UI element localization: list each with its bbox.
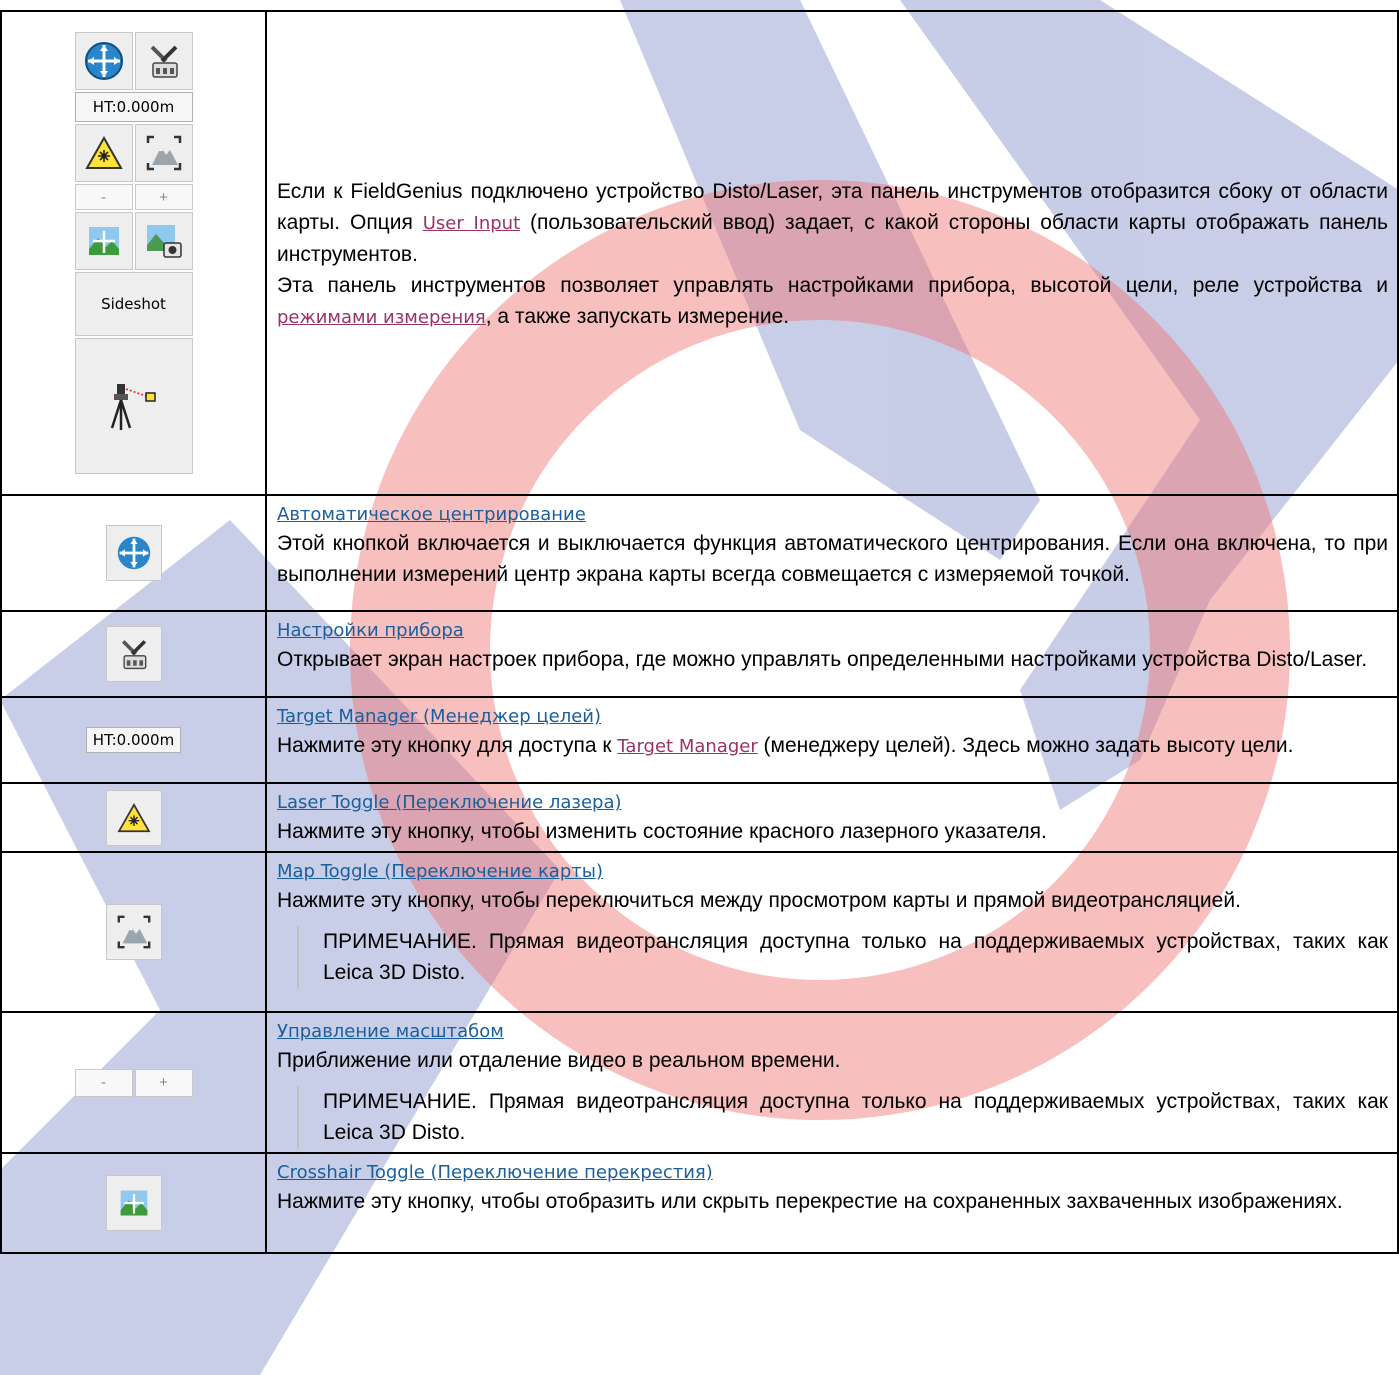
target-manager-description: Нажмите эту кнопку для доступа к Target …	[277, 730, 1388, 762]
sideshot-button[interactable]: Sideshot	[74, 272, 193, 336]
icon-cell-crosshair-toggle	[0, 1152, 267, 1254]
map-toggle-description: Нажмите эту кнопку, чтобы переключиться …	[277, 889, 1241, 912]
intro-text-2b: , а также запускать измерение.	[485, 304, 790, 328]
icon-cell-target-manager: HT:0.000m	[0, 696, 267, 784]
target-height-button[interactable]: HT:0.000m	[74, 92, 193, 122]
text-cell-zoom-control: Управление масштабом Приближение или отд…	[265, 1011, 1399, 1154]
instrument-settings-description: Открывает экран настроек прибора, где мо…	[277, 648, 1368, 671]
intro-text-2a: Эта панель инструментов позволяет управл…	[277, 273, 1388, 297]
crosshair-image-icon	[120, 1190, 147, 1216]
auto-center-button[interactable]	[74, 32, 133, 90]
text-cell-target-manager: Target Manager (Менеджер целей) Нажмите …	[265, 696, 1399, 784]
icon-cell-instrument-settings	[0, 610, 267, 698]
row-zoom-control: - + Управление масштабом Приближение или…	[0, 1011, 1399, 1154]
tools-icon	[150, 45, 178, 78]
target-manager-title-link[interactable]: Target Manager (Менеджер целей)	[277, 704, 1388, 730]
intro-paragraph-1: Если к FieldGenius подключено устройство…	[277, 176, 1388, 270]
icon-cell-laser-toggle	[0, 782, 267, 853]
auto-center-title-link[interactable]: Автоматическое центрирование	[277, 502, 1388, 528]
instrument-settings-title-link[interactable]: Настройки прибора	[277, 618, 1388, 644]
row-crosshair-toggle: Crosshair Toggle (Переключение перекрест…	[0, 1152, 1399, 1254]
target-manager-text-a: Нажмите эту кнопку для доступа к	[277, 734, 618, 757]
map-toggle-icon-button	[105, 904, 162, 960]
camera-image-icon	[146, 225, 182, 258]
tripod-measure-icon	[110, 384, 156, 430]
laser-toggle-description: Нажмите эту кнопку, чтобы изменить состо…	[277, 820, 1047, 843]
instrument-settings-icon-button	[105, 626, 162, 682]
row-instrument-settings: Настройки прибора Открывает экран настро…	[0, 610, 1399, 698]
tools-icon	[121, 640, 146, 670]
target-height-sample: HT:0.000m	[85, 727, 182, 753]
globe-icon	[84, 42, 123, 80]
map-view-icon	[117, 915, 150, 949]
disto-toolbar: HT:0.000m - + Sideshot	[74, 32, 193, 474]
row-laser-toggle: Laser Toggle (Переключение лазера) Нажми…	[0, 782, 1399, 853]
map-toggle-note: ПРИМЕЧАНИЕ. Прямая видеотрансляция досту…	[297, 926, 1388, 988]
measure-modes-link[interactable]: режимами измерения	[277, 307, 486, 328]
text-cell-auto-center: Автоматическое центрирование Этой кнопко…	[265, 494, 1399, 612]
icon-cell-map-toggle	[0, 851, 267, 1013]
measure-button[interactable]	[74, 338, 193, 474]
row-toolbar-overview: HT:0.000m - + Sideshot Если к FieldGeniu…	[0, 10, 1399, 496]
row-map-toggle: Map Toggle (Переключение карты) Нажмите …	[0, 851, 1399, 1013]
zoom-control-note: ПРИМЕЧАНИЕ. Прямая видеотрансляция досту…	[297, 1086, 1388, 1148]
laser-warning-icon	[84, 136, 123, 169]
icon-cell-auto-center	[0, 494, 267, 612]
laser-toggle-title-link[interactable]: Laser Toggle (Переключение лазера)	[277, 790, 1388, 816]
zoom-out-sample: -	[74, 1068, 133, 1097]
target-manager-inline-link[interactable]: Target Manager	[617, 736, 757, 757]
text-cell-crosshair-toggle: Crosshair Toggle (Переключение перекрест…	[265, 1152, 1399, 1254]
zoom-control-title-link[interactable]: Управление масштабом	[277, 1019, 1388, 1045]
capture-image-button[interactable]	[134, 212, 193, 270]
zoom-buttons-sample: - +	[74, 1068, 193, 1097]
row-target-manager: HT:0.000m Target Manager (Менеджер целей…	[0, 696, 1399, 784]
text-cell-map-toggle: Map Toggle (Переключение карты) Нажмите …	[265, 851, 1399, 1013]
map-toggle-button[interactable]	[134, 124, 193, 182]
globe-icon	[117, 536, 150, 570]
crosshair-toggle-description: Нажмите эту кнопку, чтобы отобразить или…	[277, 1190, 1343, 1213]
text-cell-instrument-settings: Настройки прибора Открывает экран настро…	[265, 610, 1399, 698]
zoom-in-button[interactable]: +	[134, 184, 193, 210]
instrument-settings-button[interactable]	[134, 32, 193, 90]
toolbar-preview-cell: HT:0.000m - + Sideshot	[0, 10, 267, 496]
laser-warning-icon	[116, 802, 151, 832]
laser-toggle-button[interactable]	[74, 124, 133, 182]
map-toggle-title-link[interactable]: Map Toggle (Переключение карты)	[277, 859, 1388, 885]
icon-cell-zoom-control: - +	[0, 1011, 267, 1154]
reference-table: HT:0.000m - + Sideshot Если к FieldGeniu…	[0, 10, 1399, 1254]
zoom-out-button[interactable]: -	[74, 184, 133, 210]
intro-text-cell: Если к FieldGenius подключено устройство…	[265, 10, 1399, 496]
text-cell-laser-toggle: Laser Toggle (Переключение лазера) Нажми…	[265, 782, 1399, 853]
row-auto-center: Автоматическое центрирование Этой кнопко…	[0, 494, 1399, 612]
user-input-link[interactable]: User Input	[423, 213, 520, 234]
zoom-control-description: Приближение или отдаление видео в реальн…	[277, 1049, 841, 1072]
auto-center-icon-button	[105, 525, 162, 581]
crosshair-toggle-title-link[interactable]: Crosshair Toggle (Переключение перекрест…	[277, 1160, 1388, 1186]
intro-paragraph-2: Эта панель инструментов позволяет управл…	[277, 270, 1388, 333]
zoom-in-sample: +	[134, 1068, 193, 1097]
crosshair-image-icon	[88, 227, 119, 255]
auto-center-description: Этой кнопкой включается и выключается фу…	[277, 532, 1388, 586]
map-view-icon	[146, 135, 181, 171]
crosshair-toggle-button[interactable]	[74, 212, 133, 270]
laser-toggle-icon-button	[105, 789, 162, 846]
crosshair-toggle-icon-button	[105, 1175, 162, 1231]
target-manager-text-b: (менеджеру целей). Здесь можно задать вы…	[757, 734, 1294, 757]
